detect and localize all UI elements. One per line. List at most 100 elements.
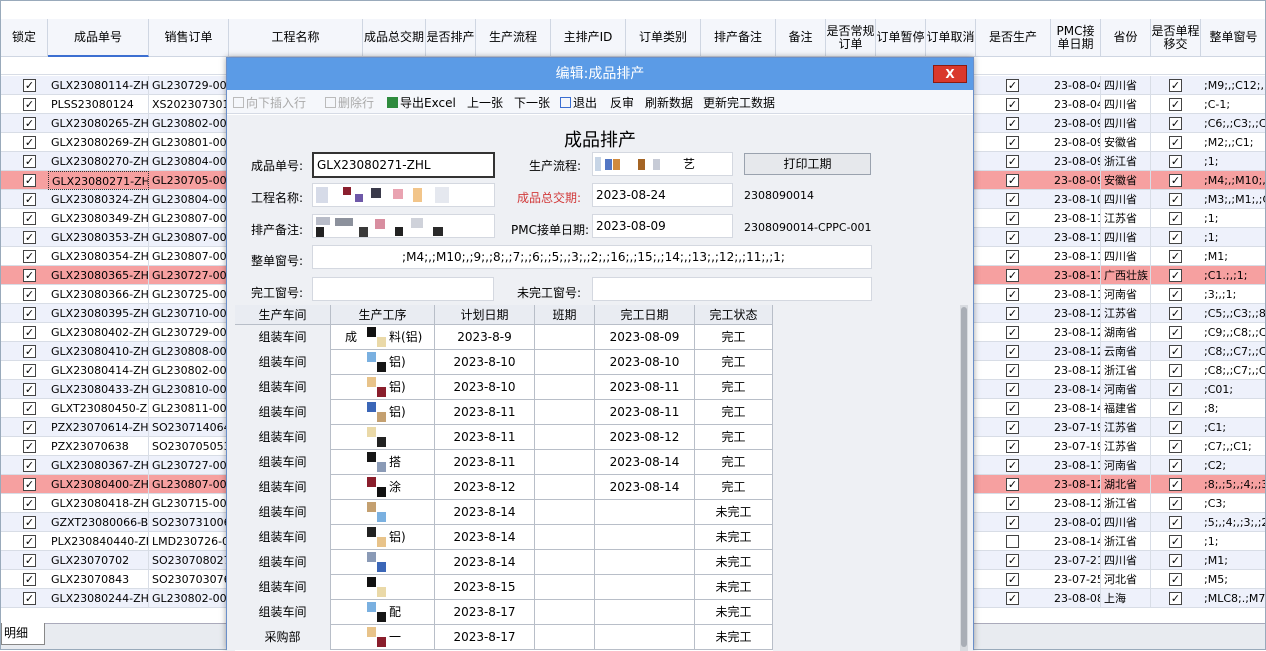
checkbox[interactable]: ✓ bbox=[23, 326, 36, 339]
cell-win[interactable]: ;C9;,;C8;,;C bbox=[1201, 323, 1265, 342]
cell-so[interactable]: GL230729-0011 bbox=[149, 323, 229, 342]
cell-win[interactable]: ;C8;,;C7;,;C bbox=[1201, 342, 1265, 361]
cell-prov[interactable]: 河北省 bbox=[1101, 570, 1151, 589]
col-header-sched-note[interactable]: 排产备注 bbox=[701, 19, 776, 57]
checkbox[interactable]: ✓ bbox=[1169, 193, 1182, 206]
cell-win[interactable]: ;1; bbox=[1201, 228, 1265, 247]
cell-so[interactable]: SO230714064 bbox=[149, 418, 229, 437]
cell-prov[interactable]: 浙江省 bbox=[1101, 494, 1151, 513]
close-button[interactable]: X bbox=[933, 65, 967, 83]
checkbox[interactable]: ✓ bbox=[1169, 592, 1182, 605]
checkbox[interactable]: ✓ bbox=[1169, 117, 1182, 130]
cell-ws[interactable]: 组装车间 bbox=[235, 425, 331, 450]
cell-so[interactable]: GL230807-0014 bbox=[149, 475, 229, 494]
cell-date[interactable]: 23-08-12 bbox=[1051, 342, 1101, 361]
col-plan-date[interactable]: 计划日期 bbox=[435, 305, 535, 325]
checkbox[interactable]: ✓ bbox=[1006, 421, 1019, 434]
checkbox[interactable]: ✓ bbox=[23, 364, 36, 377]
total-due-field[interactable]: 2023-08-24 bbox=[592, 183, 733, 207]
cell-date[interactable]: 23-08-11 bbox=[1051, 247, 1101, 266]
schedule-row[interactable]: 组装车间 涂 2023-8-12 2023-08-14 完工 bbox=[235, 475, 773, 500]
checkbox[interactable]: ✓ bbox=[1169, 440, 1182, 453]
cell-st[interactable]: 未完工 bbox=[695, 550, 773, 575]
cell-prov[interactable]: 四川省 bbox=[1101, 228, 1151, 247]
cell-so[interactable]: SO230731006 bbox=[149, 513, 229, 532]
checkbox[interactable]: ✓ bbox=[23, 402, 36, 415]
cell-so[interactable]: SO230705053 bbox=[149, 437, 229, 456]
project-field[interactable] bbox=[312, 183, 495, 207]
cell-so[interactable]: GL230807-0009 bbox=[149, 247, 229, 266]
checkbox[interactable]: ✓ bbox=[23, 231, 36, 244]
cell-prov[interactable]: 广西壮族 bbox=[1101, 266, 1151, 285]
checkbox[interactable]: ✓ bbox=[23, 383, 36, 396]
checkbox[interactable]: ✓ bbox=[1006, 174, 1019, 187]
cell-so[interactable]: GL230802-0019 bbox=[149, 114, 229, 133]
checkbox[interactable]: ✓ bbox=[1169, 478, 1182, 491]
cell-ws[interactable]: 组装车间 bbox=[235, 475, 331, 500]
cell-prov[interactable]: 安徽省 bbox=[1101, 133, 1151, 152]
audit-button[interactable]: 反审 bbox=[610, 94, 634, 111]
cell-ws[interactable]: 组装车间 bbox=[235, 400, 331, 425]
cell-no[interactable]: GLX23080354-ZHL bbox=[48, 247, 149, 266]
cell-win[interactable]: ;M3;,;M1;,;C bbox=[1201, 190, 1265, 209]
checkbox[interactable]: ✓ bbox=[1169, 288, 1182, 301]
cell-no[interactable]: GLX23080114-ZHL bbox=[48, 76, 149, 95]
cell-prov[interactable]: 云南省 bbox=[1101, 342, 1151, 361]
cell-so[interactable]: GL230811-0015 bbox=[149, 399, 229, 418]
col-header-order-type[interactable]: 订单类别 bbox=[626, 19, 701, 57]
schedule-row[interactable]: 组装车间 搭 2023-8-11 2023-08-14 完工 bbox=[235, 450, 773, 475]
checkbox[interactable]: ✓ bbox=[1006, 554, 1019, 567]
cell-shift[interactable] bbox=[535, 450, 595, 475]
cell-date[interactable]: 23-08-04 bbox=[1051, 76, 1101, 95]
cell-prov[interactable]: 四川省 bbox=[1101, 95, 1151, 114]
checkbox[interactable]: ✓ bbox=[23, 459, 36, 472]
checkbox[interactable]: ✓ bbox=[23, 573, 36, 586]
cell-proc[interactable]: 铝) bbox=[331, 400, 435, 425]
cell-so[interactable]: GL230810-0017 bbox=[149, 380, 229, 399]
cell-win[interactable]: ;C-1; bbox=[1201, 95, 1265, 114]
cell-prov[interactable]: 四川省 bbox=[1101, 76, 1151, 95]
cell-prov[interactable]: 浙江省 bbox=[1101, 152, 1151, 171]
checkbox[interactable]: ✓ bbox=[1006, 136, 1019, 149]
cell-plan[interactable]: 2023-8-11 bbox=[435, 450, 535, 475]
checkbox[interactable] bbox=[1006, 535, 1019, 548]
cell-no[interactable]: GLX23080269-ZHL bbox=[48, 133, 149, 152]
cell-ws[interactable]: 组装车间 bbox=[235, 350, 331, 375]
delete-row-button[interactable]: 删除行 bbox=[325, 94, 374, 111]
cell-date[interactable]: 23-08-14 bbox=[1051, 532, 1101, 551]
cell-done[interactable] bbox=[595, 550, 695, 575]
insert-row-button[interactable]: 向下插入行 bbox=[233, 94, 306, 111]
checkbox[interactable]: ✓ bbox=[23, 307, 36, 320]
cell-shift[interactable] bbox=[535, 575, 595, 600]
cell-no[interactable]: GLX23080349-ZHL bbox=[48, 209, 149, 228]
cell-win[interactable]: ;8; bbox=[1201, 399, 1265, 418]
cell-shift[interactable] bbox=[535, 525, 595, 550]
cell-proc[interactable] bbox=[331, 550, 435, 575]
checkbox[interactable]: ✓ bbox=[23, 155, 36, 168]
col-done-date[interactable]: 完工日期 bbox=[595, 305, 695, 325]
cell-prov[interactable]: 安徽省 bbox=[1101, 171, 1151, 190]
cell-so[interactable]: GL230807-0003 bbox=[149, 228, 229, 247]
cell-no[interactable]: GLX23080365-ZHL bbox=[48, 266, 149, 285]
col-header-cancel[interactable]: 订单取消 bbox=[926, 19, 976, 57]
cell-prov[interactable]: 四川省 bbox=[1101, 114, 1151, 133]
cell-date[interactable]: 23-08-09 bbox=[1051, 133, 1101, 152]
cell-done[interactable] bbox=[595, 500, 695, 525]
cell-date[interactable]: 23-08-11 bbox=[1051, 456, 1101, 475]
schedule-row[interactable]: 组装车间成 料(铝) 2023-8-9 2023-08-09 完工 bbox=[235, 325, 773, 350]
cell-so[interactable]: GL230729-0005 bbox=[149, 76, 229, 95]
schedule-row[interactable]: 组装车间 2023-8-14 未完工 bbox=[235, 550, 773, 575]
cell-prov[interactable]: 江苏省 bbox=[1101, 437, 1151, 456]
checkbox[interactable]: ✓ bbox=[1169, 79, 1182, 92]
cell-so[interactable]: GL230804-0006 bbox=[149, 152, 229, 171]
checkbox[interactable]: ✓ bbox=[1169, 535, 1182, 548]
col-header-lock[interactable]: 锁定 bbox=[1, 19, 48, 57]
checkbox[interactable]: ✓ bbox=[23, 136, 36, 149]
checkbox[interactable]: ✓ bbox=[23, 535, 36, 548]
cell-st[interactable]: 完工 bbox=[695, 475, 773, 500]
cell-date[interactable]: 23-08-08 bbox=[1051, 589, 1101, 608]
cell-prov[interactable]: 湖北省 bbox=[1101, 475, 1151, 494]
cell-shift[interactable] bbox=[535, 400, 595, 425]
cell-prov[interactable]: 江苏省 bbox=[1101, 418, 1151, 437]
cell-date[interactable]: 23-07-25 bbox=[1051, 570, 1101, 589]
